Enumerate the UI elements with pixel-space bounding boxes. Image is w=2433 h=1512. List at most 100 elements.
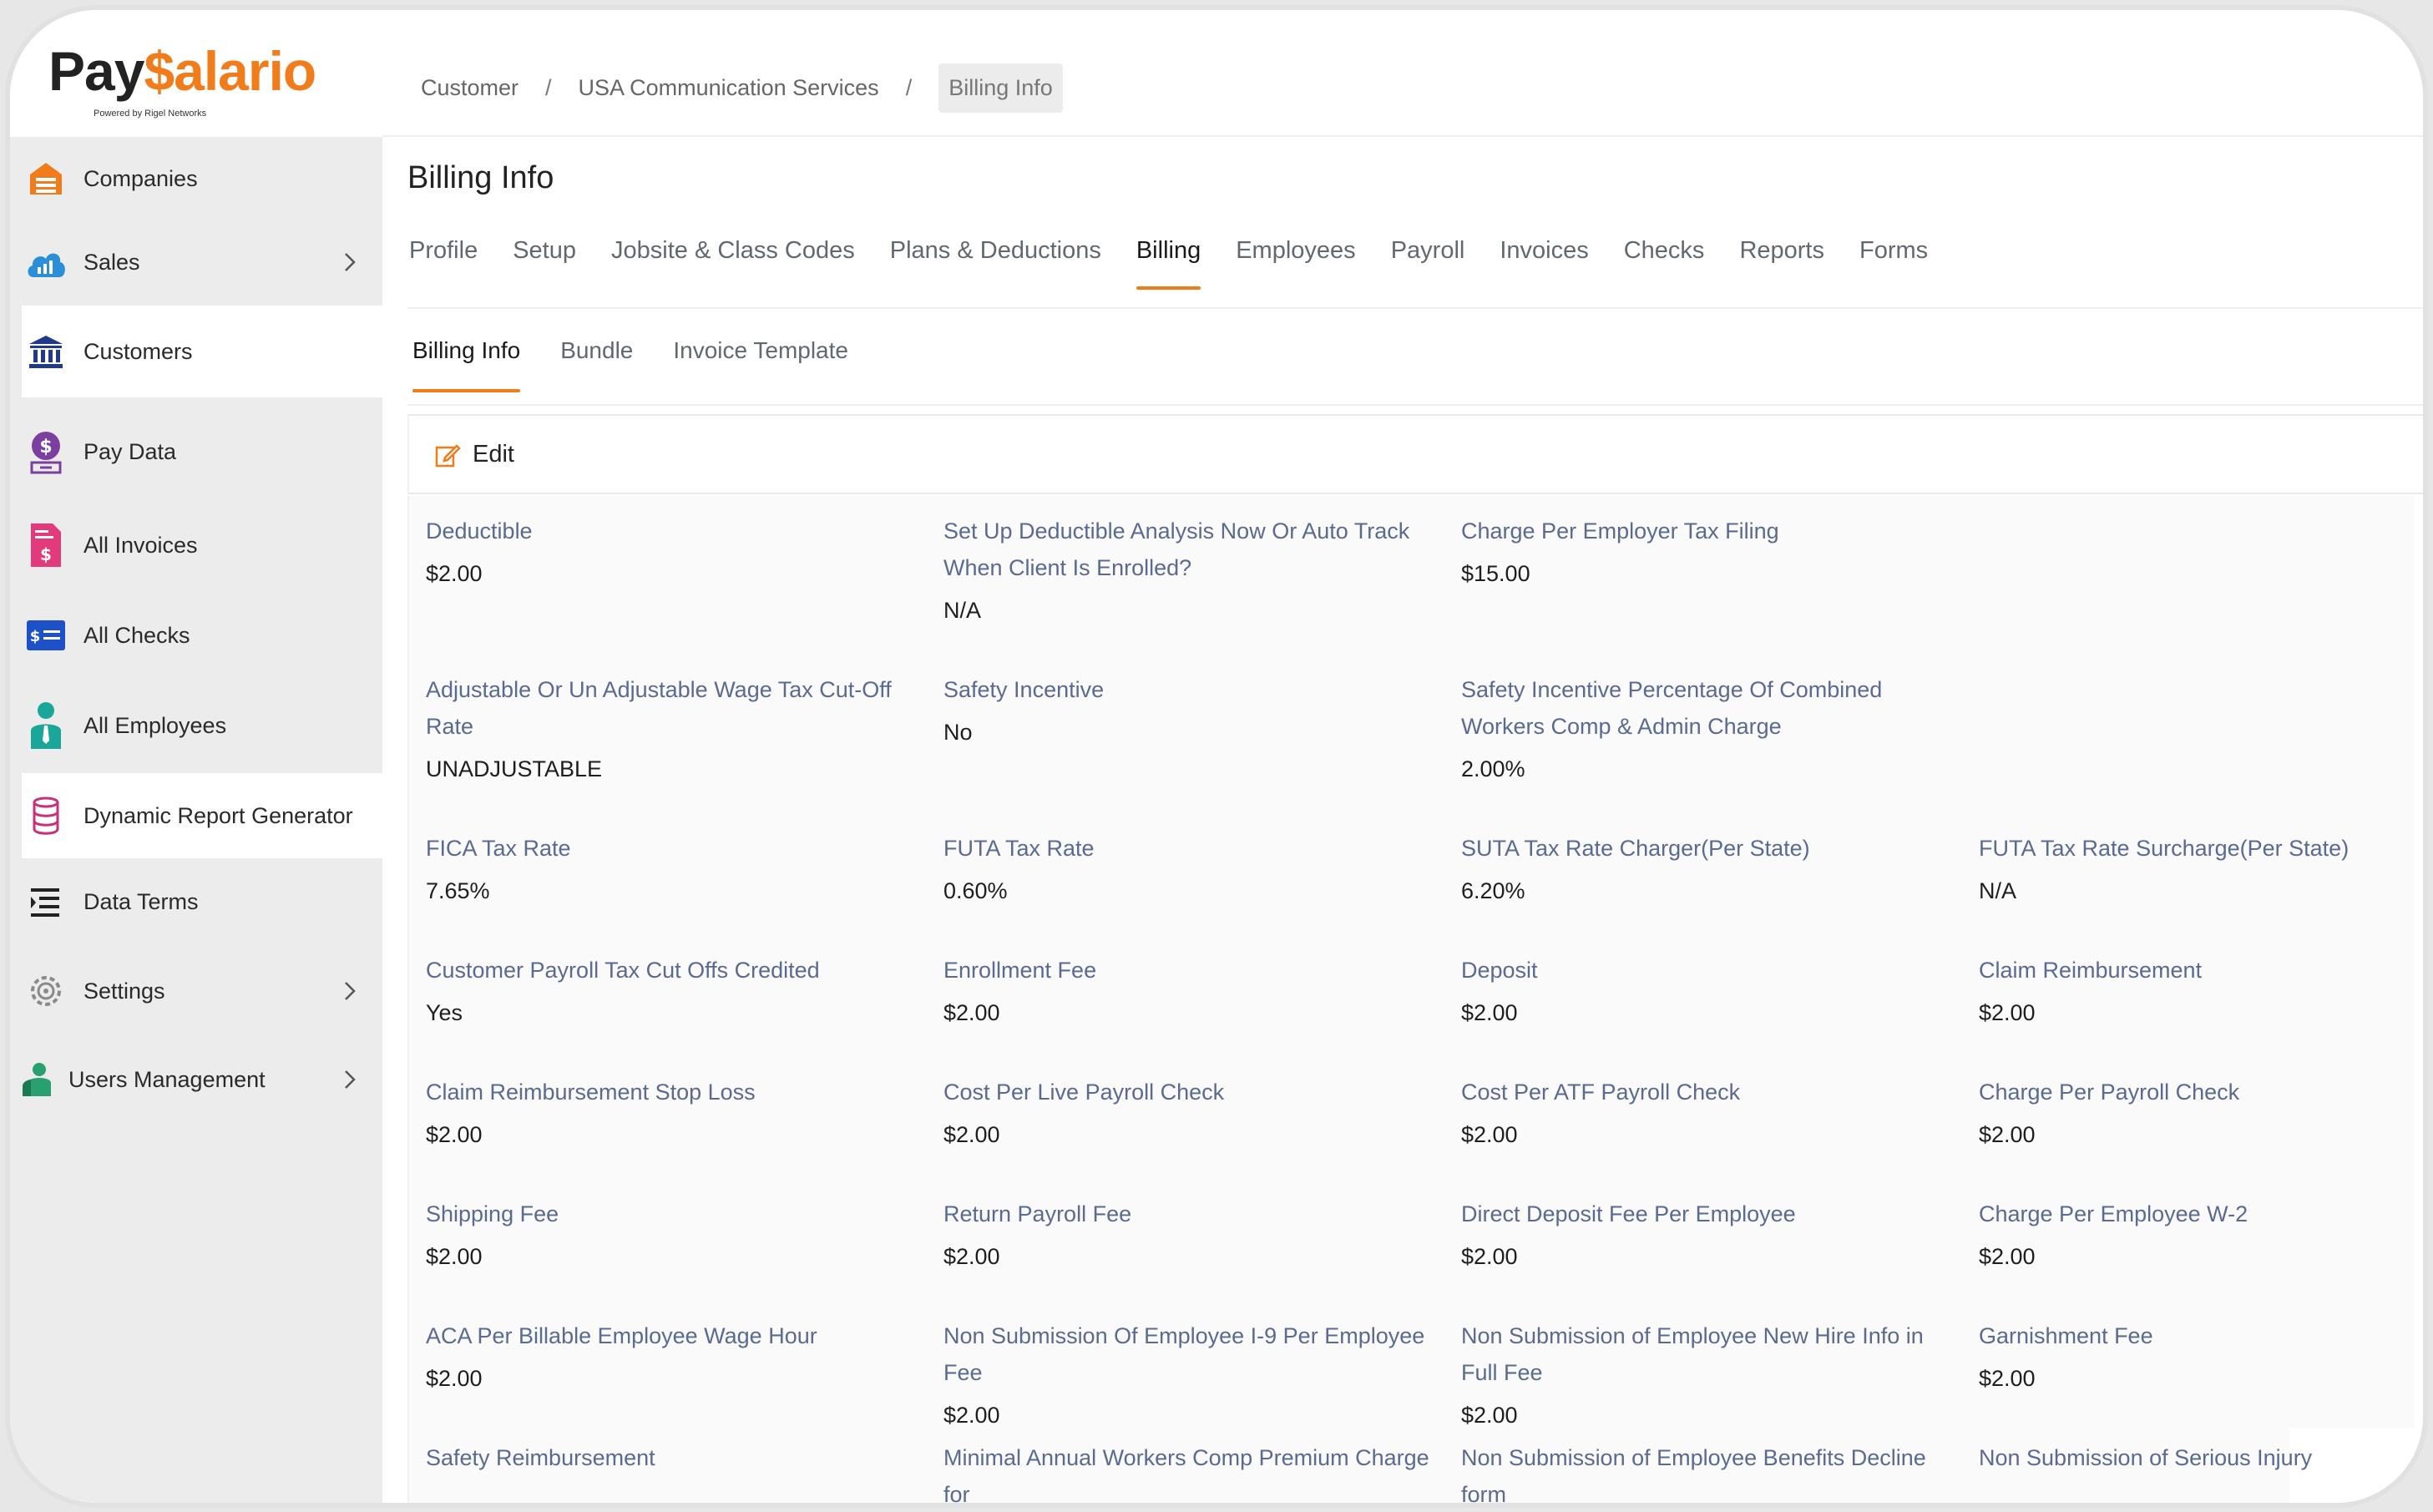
billing-field: FUTA Tax Rate 0.60%	[943, 830, 1444, 903]
field-label: Set Up Deductible Analysis Now Or Auto T…	[943, 518, 1410, 580]
field-value: $2.00	[943, 1244, 1000, 1269]
tab-profile[interactable]: Profile	[409, 237, 478, 290]
field-value: UNADJUSTABLE	[426, 756, 603, 781]
sidebar-item-label: Customers	[83, 338, 193, 364]
billing-fields-grid: Deductible $2.00 Set Up Deductible Analysi…	[407, 496, 2415, 1503]
breadcrumb: Customer / USA Communication Services / …	[421, 63, 1063, 113]
field-label: Non Submission of Employee Benefits Decl…	[1461, 1445, 1926, 1507]
sidebar-item-data-terms[interactable]: Data Terms	[10, 860, 382, 943]
billing-field: Non Submission of Employee New Hire Info…	[1461, 1317, 1962, 1428]
tab-jobsite-class-codes[interactable]: Jobsite & Class Codes	[611, 237, 855, 290]
sidebar-item-companies[interactable]: Companies	[10, 137, 382, 220]
main-content: Billing Info Profile Setup Jobsite & Class…	[382, 137, 2423, 1503]
sidebar-item-all-invoices[interactable]: $ All Invoices	[10, 499, 382, 591]
edit-button[interactable]: Edit	[434, 441, 514, 468]
billing-field: Set Up Deductible Analysis Now Or Auto T…	[943, 513, 1444, 623]
svg-text:$: $	[30, 628, 41, 645]
breadcrumb-separator: /	[545, 75, 552, 100]
sidebar-item-pay-data[interactable]: $ Pay Data	[10, 406, 382, 498]
sidebar-item-all-employees[interactable]: All Employees	[10, 680, 382, 771]
billing-field: Customer Payroll Tax Cut Offs Credited Ye…	[426, 952, 927, 1025]
billing-field: Safety Incentive No	[943, 671, 1444, 745]
field-value: No	[943, 720, 973, 745]
field-label: FUTA Tax Rate Surcharge(Per State)	[1979, 836, 2350, 861]
sidebar-item-dynamic-report-generator[interactable]: Dynamic Report Generator	[22, 773, 382, 858]
field-label: Direct Deposit Fee Per Employee	[1461, 1201, 1796, 1226]
brand-tagline: Powered by Rigel Networks	[94, 109, 207, 119]
edit-label: Edit	[473, 441, 514, 468]
sidebar-item-label: Dynamic Report Generator	[83, 802, 353, 828]
field-value: $2.00	[426, 1244, 483, 1269]
field-value: 2.00%	[1461, 756, 1525, 781]
field-label: Deposit	[1461, 958, 1538, 983]
field-label: Non Submission of Employee New Hire Info…	[1461, 1323, 1924, 1385]
field-value: $2.00	[1461, 1244, 1518, 1269]
topbar: Customer / USA Communication Services / …	[382, 10, 2423, 137]
tab-plans-deductions[interactable]: Plans & Deductions	[890, 237, 1101, 290]
sidebar-item-label: All Checks	[83, 622, 190, 648]
main-tabs: Profile Setup Jobsite & Class Codes Plans &…	[409, 237, 1963, 290]
tab-payroll[interactable]: Payroll	[1391, 237, 1465, 290]
field-value: $2.00	[943, 1000, 1000, 1025]
field-label: Customer Payroll Tax Cut Offs Credited	[426, 958, 820, 983]
field-value: N/A	[1979, 878, 2017, 903]
billing-field: Non Submission of Employee Benefits Decl…	[1461, 1439, 1962, 1507]
billing-field: Charge Per Payroll Check $2.00	[1979, 1074, 2423, 1147]
breadcrumb-separator: /	[905, 75, 913, 100]
tab-reports[interactable]: Reports	[1739, 237, 1824, 290]
tab-invoices[interactable]: Invoices	[1500, 237, 1588, 290]
billing-field: Deposit $2.00	[1461, 952, 1962, 1025]
field-label: Deductible	[426, 518, 533, 544]
subtab-billing-info[interactable]: Billing Info	[412, 337, 521, 392]
billing-field: Cost Per ATF Payroll Check $2.00	[1461, 1074, 1962, 1147]
billing-field: Safety Reimbursement	[426, 1439, 927, 1476]
tab-checks[interactable]: Checks	[1624, 237, 1705, 290]
field-value: 0.60%	[943, 878, 1008, 903]
chevron-right-icon[interactable]	[337, 250, 362, 275]
field-value: $2.00	[426, 561, 483, 586]
field-label: SUTA Tax Rate Charger(Per State)	[1461, 836, 1810, 861]
subtab-invoice-template[interactable]: Invoice Template	[673, 337, 848, 392]
field-value: $2.00	[1979, 1244, 2036, 1269]
field-value: $2.00	[426, 1366, 483, 1391]
billing-field: Direct Deposit Fee Per Employee $2.00	[1461, 1196, 1962, 1269]
edit-bar: Edit	[407, 414, 2423, 494]
tab-employees[interactable]: Employees	[1236, 237, 1355, 290]
gear-icon	[25, 970, 67, 1012]
sub-tabs: Billing Info Bundle Invoice Template	[412, 337, 888, 392]
billing-field: Minimal Annual Workers Comp Premium Char…	[943, 1439, 1444, 1503]
check-icon: $	[25, 614, 67, 656]
edit-icon	[435, 443, 461, 467]
brand-name-part1: Pay	[48, 40, 144, 102]
tabs-divider	[407, 307, 2423, 309]
billing-field: Shipping Fee $2.00	[426, 1196, 927, 1269]
sidebar-item-sales[interactable]: Sales	[10, 220, 382, 304]
tab-setup[interactable]: Setup	[513, 237, 576, 290]
sidebar-item-all-checks[interactable]: $ All Checks	[10, 589, 382, 681]
sidebar-item-settings[interactable]: Settings	[10, 945, 382, 1037]
sidebar-item-label: Pay Data	[83, 438, 177, 464]
billing-field: ACA Per Billable Employee Wage Hour $2.00	[426, 1317, 927, 1391]
field-label: Safety Reimbursement	[426, 1445, 655, 1470]
tab-forms[interactable]: Forms	[1859, 237, 1928, 290]
billing-field: Non Submission Of Employee I-9 Per Emplo…	[943, 1317, 1444, 1428]
brand-logo[interactable]: Pay$alario	[48, 43, 316, 99]
field-label: Non Submission Of Employee I-9 Per Emplo…	[943, 1323, 1425, 1385]
field-value: 6.20%	[1461, 878, 1525, 903]
breadcrumb-customer[interactable]: Customer	[421, 75, 518, 101]
sidebar-item-label: Sales	[83, 249, 140, 275]
breadcrumb-company[interactable]: USA Communication Services	[579, 75, 879, 101]
page-title: Billing Info	[407, 160, 554, 195]
field-label: Safety Incentive	[943, 677, 1105, 702]
sidebar-item-customers[interactable]: Customers	[22, 306, 382, 397]
chevron-right-icon[interactable]	[337, 979, 362, 1004]
field-value: $2.00	[1979, 1000, 2036, 1025]
field-value: Yes	[426, 1000, 463, 1025]
billing-field: Cost Per Live Payroll Check $2.00	[943, 1074, 1444, 1147]
billing-field: Claim Reimbursement Stop Loss $2.00	[426, 1074, 927, 1147]
chevron-right-icon[interactable]	[337, 1067, 362, 1092]
sidebar-item-users-management[interactable]: Users Management	[10, 1034, 382, 1125]
tab-billing[interactable]: Billing	[1136, 237, 1201, 290]
billing-field: Claim Reimbursement $2.00	[1979, 952, 2423, 1025]
subtab-bundle[interactable]: Bundle	[560, 337, 633, 392]
